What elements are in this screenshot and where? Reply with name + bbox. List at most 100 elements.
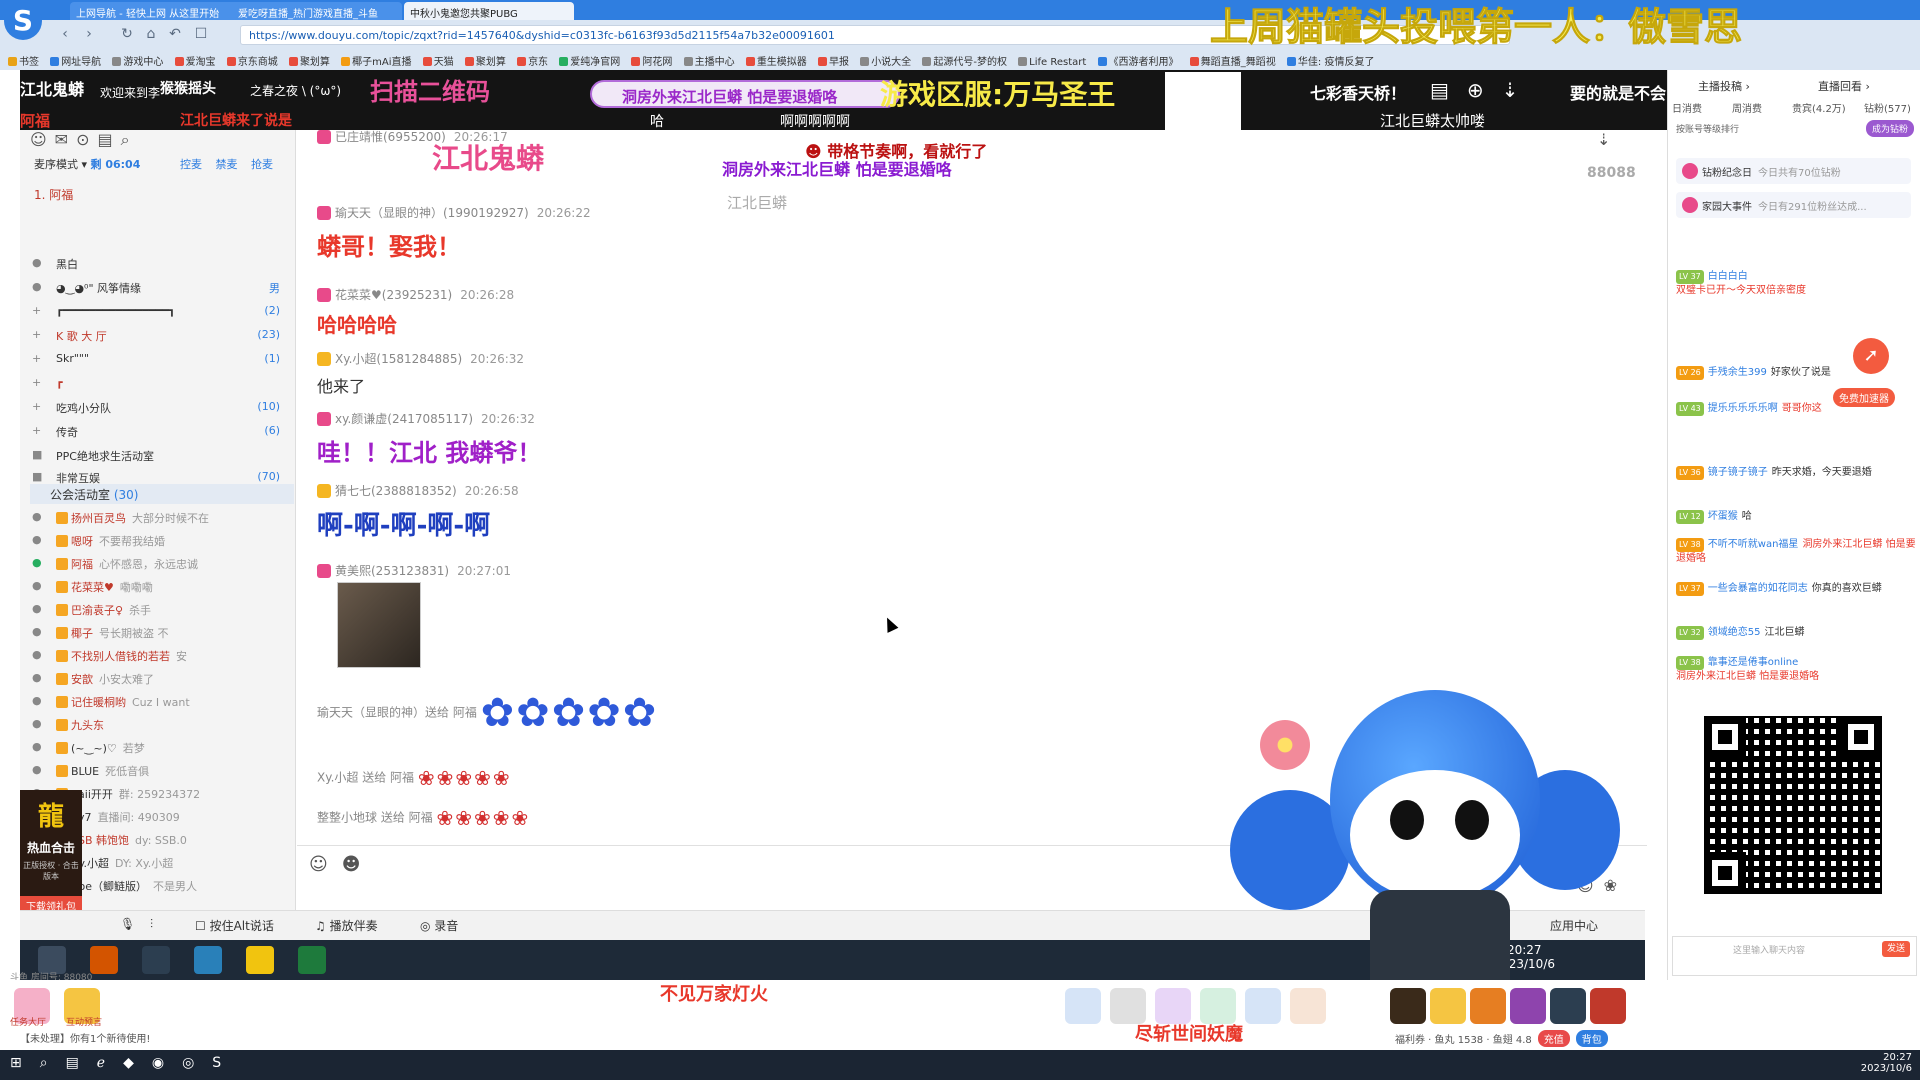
gift-icon[interactable] xyxy=(1470,988,1506,1024)
tab-nav[interactable]: 上网导航 - 轻快上网 从这里开始 xyxy=(70,2,240,20)
gift-icon[interactable] xyxy=(1590,988,1626,1024)
push-to-talk-button[interactable]: ☐ 按住Alt说话 xyxy=(195,917,274,934)
expand-icon[interactable]: ■ xyxy=(32,470,42,483)
chat-user[interactable]: Xy.小超(1581284885) xyxy=(335,352,462,366)
overlay-control-icons[interactable]: ▤⊕⇣ xyxy=(1430,78,1536,102)
barrage-user[interactable]: 镜子镜子镜子 xyxy=(1708,467,1768,478)
expand-icon[interactable]: ■ xyxy=(32,448,42,461)
expand-icon[interactable]: + xyxy=(32,424,41,437)
bookmark[interactable]: 小说大全 xyxy=(860,53,911,68)
kugou-icon[interactable] xyxy=(194,946,222,974)
chat-user[interactable]: xy.颜谦虚(2417085117) xyxy=(335,412,473,426)
sidebar-icon[interactable]: ☐ xyxy=(192,25,210,43)
gift-icon[interactable] xyxy=(1390,988,1426,1024)
bookmark[interactable]: 椰子mAi直播 xyxy=(341,53,412,68)
expand-icon[interactable]: + xyxy=(32,304,41,317)
barrage-user[interactable]: 一些会暴富的如花同志 xyxy=(1708,583,1808,594)
channel-row[interactable]: + ┏━━━━━━━━━━━━━━━━┓ (2) xyxy=(32,302,290,322)
tab-vip[interactable]: 贵宾(4.2万) xyxy=(1792,100,1846,115)
back-icon[interactable]: ‹ xyxy=(56,25,74,43)
barrage-user[interactable]: 坏蛋猴 xyxy=(1708,511,1738,522)
forward-icon[interactable]: › xyxy=(80,25,98,43)
bookmark[interactable]: 重生模拟器 xyxy=(745,53,807,68)
gift-icon[interactable] xyxy=(1155,988,1191,1024)
gift-icon[interactable] xyxy=(1245,988,1281,1024)
gift-icon[interactable] xyxy=(1065,988,1101,1024)
bookmark[interactable]: 爱淘宝 xyxy=(174,53,216,68)
gift-icon[interactable] xyxy=(1550,988,1586,1024)
member-row[interactable]: ● BLUE 死低音俱 xyxy=(32,761,290,781)
undo-icon[interactable]: ↶ xyxy=(166,25,184,43)
bookmark[interactable]: 早报 xyxy=(818,53,849,68)
gift-icon[interactable] xyxy=(1110,988,1146,1024)
bookmark[interactable]: 游戏中心 xyxy=(112,53,163,68)
panel-toolbar[interactable]: ☺✉⊙▤⌕ xyxy=(30,130,138,152)
control-mic-button[interactable]: 控麦 xyxy=(180,158,202,171)
bookmark[interactable]: 爱纯净官网 xyxy=(559,53,620,68)
mic-icon[interactable]: 🎙 xyxy=(120,917,135,931)
member-row[interactable]: ● 椰子 号长期被盗 不 xyxy=(32,623,290,643)
channel-row[interactable]: + ┏ xyxy=(32,374,290,394)
member-row[interactable]: ● 嗯呀 不要帮我结婚 xyxy=(32,531,290,551)
chat-user[interactable]: 花菜菜♥(23925231) xyxy=(335,288,452,302)
chat-user[interactable]: 黄美熙(253123831) xyxy=(335,564,449,578)
member-row[interactable]: ● 不找别人借钱的若若安 xyxy=(32,646,290,666)
gift-icon[interactable] xyxy=(1510,988,1546,1024)
member-row[interactable]: ● 花菜菜♥ 嘞嘞嘞 xyxy=(32,577,290,597)
gift-icon[interactable] xyxy=(1290,988,1326,1024)
bookmark[interactable]: 舞蹈直播_舞蹈视 xyxy=(1189,53,1276,68)
channel-row[interactable]: + 传奇 (6) xyxy=(32,422,290,442)
tab-douyu[interactable]: 爱吃呀直播_热门游戏直播_斗鱼 xyxy=(232,2,402,20)
bookmark[interactable]: 起源代号-梦的权 xyxy=(922,53,1007,68)
guild-room[interactable]: 公会活动室 (30) xyxy=(30,484,294,504)
bookmark[interactable]: 聚划算 xyxy=(464,53,506,68)
member-row[interactable]: ● 阿福 心怀感恩，永远忠诚 xyxy=(32,554,290,574)
backpack-button[interactable]: 背包 xyxy=(1575,1030,1608,1047)
expand-icon[interactable]: + xyxy=(32,400,41,413)
tab-host-submit[interactable]: 主播投稿 › xyxy=(1698,78,1750,94)
barrage-user[interactable]: 提乐乐乐乐乐啊 xyxy=(1708,403,1778,414)
bookmark[interactable]: 《西游者利用》 xyxy=(1097,53,1179,68)
record-button[interactable]: ◎ 录音 xyxy=(420,917,458,934)
channel-row[interactable]: + K 歌 大 厅 (23) xyxy=(32,326,290,346)
tab-weekly[interactable]: 周消费 xyxy=(1732,100,1762,115)
free-accelerator-button[interactable]: 免费加速器 xyxy=(1833,388,1895,407)
expand-icon[interactable]: + xyxy=(32,376,41,389)
channel-row[interactable]: ● ◕‿◕⁰" 风筝情缘 男 xyxy=(32,278,290,298)
app-icon[interactable] xyxy=(142,946,170,974)
barrage-input[interactable]: 这里输入聊天内容 发送 xyxy=(1672,936,1917,976)
tab-diamond[interactable]: 钻粉(577) xyxy=(1864,100,1911,115)
yy-icon[interactable] xyxy=(246,946,274,974)
send-button[interactable]: 发送 xyxy=(1882,941,1910,957)
gift-icon[interactable] xyxy=(1200,988,1236,1024)
bookmark[interactable]: 主播中心 xyxy=(683,53,735,68)
member-row[interactable]: ● 扬州百灵鸟 大部分时候不在 xyxy=(32,508,290,528)
gift-icon[interactable] xyxy=(1430,988,1466,1024)
taskbar-icons[interactable]: ⊞⌕▤ℯ◆◉◎S xyxy=(10,1055,239,1071)
mic-queue-user[interactable]: 1. 阿福 xyxy=(34,186,73,203)
barrage-user[interactable]: 靠事还是倦事online xyxy=(1708,657,1799,668)
member-row[interactable]: ● 九头东 xyxy=(32,715,290,735)
barrage-user[interactable]: 白白白白 xyxy=(1708,271,1748,282)
chat-user[interactable]: 猜七七(2388818352) xyxy=(335,484,457,498)
excel-icon[interactable] xyxy=(298,946,326,974)
recharge-button[interactable]: 充值 xyxy=(1537,1030,1570,1047)
home-icon[interactable]: ⌂ xyxy=(142,25,160,43)
barrage-user[interactable]: 领域绝恋55 xyxy=(1708,627,1761,638)
mic-mode[interactable]: 麦序模式 ▾ 剩 06:04 xyxy=(34,156,140,172)
chat-image[interactable] xyxy=(337,582,421,668)
bookmark[interactable]: 书签 xyxy=(8,53,39,68)
expand-icon[interactable]: + xyxy=(32,352,41,365)
channel-row[interactable]: ● 黑白 xyxy=(32,254,290,274)
tab-daily[interactable]: 日消费 xyxy=(1672,100,1702,115)
tab-pubg[interactable]: 中秋小鬼邀您共聚PUBG xyxy=(404,2,574,20)
input-tool-icons[interactable]: ☺☻ xyxy=(309,854,375,875)
game-ad[interactable]: 龍 热血合击 正版授权 · 合击版本 下载领礼包 xyxy=(20,790,82,915)
channel-row[interactable]: + Skr""" (1) xyxy=(32,350,290,370)
browser-app-icon[interactable] xyxy=(90,946,118,974)
barrage-user[interactable]: 不听不听就wan福星 xyxy=(1708,539,1799,550)
play-accompaniment-button[interactable]: ♫ 播放伴奏 xyxy=(315,917,378,934)
mixer-icon[interactable]: ⫶ xyxy=(150,917,153,932)
bookmark[interactable]: 天猫 xyxy=(422,53,454,68)
bookmark[interactable]: 华佳: 疫情反复了 xyxy=(1286,53,1374,68)
